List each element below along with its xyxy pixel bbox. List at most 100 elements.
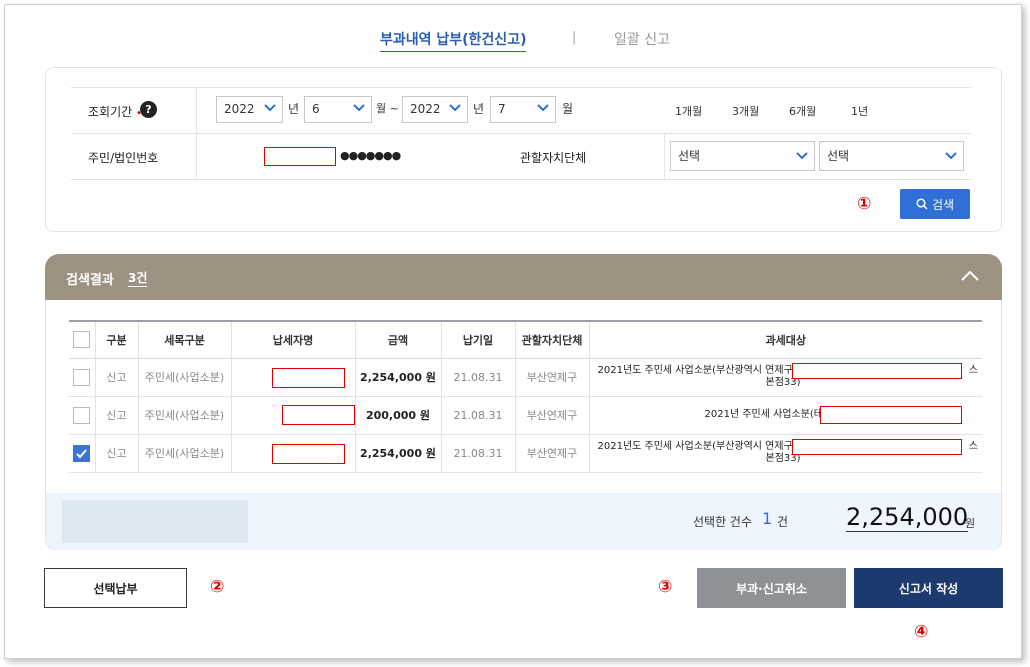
search-button-label: 검색: [931, 197, 955, 212]
chevron-down-icon: [945, 152, 957, 160]
row-select-cell: [69, 358, 95, 397]
region-select-1[interactable]: 선택: [670, 141, 815, 171]
redacted-address: [819, 405, 962, 424]
tax-cell: 주민세(사업소분): [137, 434, 231, 473]
total-amount: 2,254,000: [846, 503, 969, 532]
row-checkbox[interactable]: [73, 406, 91, 424]
due-date-cell: 21.08.31: [440, 396, 515, 435]
tab-bulk-report[interactable]: 일괄 신고: [614, 29, 670, 49]
chevron-down-icon: [796, 152, 808, 160]
redacted-address: [791, 438, 962, 455]
results-title: 검색결과: [66, 273, 114, 288]
region-cell: 부산연제구: [514, 434, 589, 473]
target-text-line2: 본점33): [765, 453, 801, 464]
id-label: 주민/법인번호: [88, 151, 159, 165]
summary-placeholder-block: [62, 500, 248, 543]
chevron-down-icon: [449, 104, 461, 112]
cancel-report-button[interactable]: 부과·신고취소: [697, 568, 846, 608]
table-header-row: 구분 세목구분 납세자명 금액 납기일 관할자치단체 과세대상: [69, 320, 982, 359]
selected-count-unit: 건: [777, 515, 789, 529]
target-cell: 2021년 주민세 사업소분(테: [588, 396, 982, 435]
results-table: 구분 세목구분 납세자명 금액 납기일 관할자치단체 과세대상 신고 주민세(사…: [69, 320, 982, 473]
type-cell: 신고: [94, 396, 138, 435]
results-count: 3건: [128, 271, 148, 287]
column-header: 납세자명: [230, 320, 355, 359]
annotation-marker-4: ④: [914, 622, 929, 642]
chevron-up-icon[interactable]: [960, 270, 980, 282]
target-text: 2021년도 주민세 사업소분(부산광역시 연제구: [597, 365, 793, 376]
search-icon: [916, 198, 928, 210]
row-checkbox-checked[interactable]: [73, 444, 91, 462]
column-header: 구분: [94, 320, 138, 359]
region-cell: 부산연제구: [514, 358, 589, 397]
redacted-id[interactable]: [264, 147, 336, 166]
redacted-payer: [271, 367, 345, 388]
selected-count: 1: [762, 509, 773, 528]
divider: [71, 179, 971, 180]
target-text: 2021년도 주민세 사업소분(부산광역시 연제구: [597, 441, 793, 452]
amount-cell: 2,254,000 원: [354, 434, 441, 473]
region-select-1-value: 선택: [678, 149, 701, 163]
selected-count-label: 선택한 건수: [693, 515, 753, 529]
table-row[interactable]: 신고 주민세(사업소분) 위 2,254,000 원 21.08.31 부산연제…: [69, 358, 982, 397]
table-row[interactable]: 신고 주민세(사업소분) 위 2,254,000 원 21.08.31 부산연제…: [69, 434, 982, 473]
period-1year-button[interactable]: 1년: [851, 103, 868, 119]
annotation-marker-1: ①: [857, 194, 872, 214]
amount-cell: 2,254,000 원: [354, 358, 441, 397]
to-year-select[interactable]: 2022: [402, 96, 468, 123]
from-year-select[interactable]: 2022: [216, 96, 283, 123]
redacted-address: [791, 362, 962, 379]
target-cell: 2021년도 주민세 사업소분(부산광역시 연제구 스 본점33): [588, 358, 982, 397]
region-select-2[interactable]: 선택: [819, 141, 964, 171]
id-masked: ●●●●●●●: [340, 149, 401, 162]
check-icon: [76, 448, 88, 458]
divider: [664, 134, 665, 179]
region-label: 관할자치단체: [520, 151, 587, 165]
divider: [71, 87, 971, 88]
chevron-down-icon: [537, 104, 549, 112]
to-year-unit: 년: [473, 102, 485, 116]
annotation-marker-3: ③: [658, 577, 673, 597]
to-year-value: 2022: [410, 102, 441, 116]
region-select-2-value: 선택: [827, 149, 850, 163]
annotation-marker-2: ②: [210, 577, 225, 597]
period-3month-button[interactable]: 3개월: [732, 103, 759, 119]
total-amount-unit: 원: [965, 517, 976, 530]
column-header: 납기일: [440, 320, 515, 359]
tab-single-report[interactable]: 부과내역 납부(한건신고): [380, 29, 527, 52]
divider: [196, 88, 197, 179]
select-all-checkbox[interactable]: [73, 331, 91, 349]
target-cell: 2021년도 주민세 사업소분(부산광역시 연제구 스 본점33): [588, 434, 982, 473]
from-year-value: 2022: [224, 102, 255, 116]
redacted-payer: [271, 443, 345, 464]
results-header[interactable]: [45, 254, 1002, 300]
chevron-down-icon: [264, 104, 276, 112]
from-month-value: 6: [312, 102, 320, 116]
period-6month-button[interactable]: 6개월: [789, 103, 816, 119]
to-month-unit: 월: [562, 102, 574, 116]
row-select-cell: [69, 434, 95, 473]
type-cell: 신고: [94, 358, 138, 397]
target-text: 2021년 주민세 사업소분(테: [704, 409, 824, 420]
chevron-down-icon: [353, 104, 365, 112]
write-report-button[interactable]: 신고서 작성: [854, 568, 1003, 608]
payer-cell: 위: [230, 396, 355, 435]
to-month-select[interactable]: 7: [490, 96, 556, 123]
tax-cell: 주민세(사업소분): [137, 396, 231, 435]
amount-cell: 200,000 원: [354, 396, 441, 435]
select-all-cell: [69, 320, 95, 359]
period-1month-button[interactable]: 1개월: [675, 103, 702, 119]
to-month-value: 7: [498, 102, 506, 116]
column-header: 관할자치단체: [514, 320, 589, 359]
select-pay-button[interactable]: 선택납부: [44, 568, 187, 608]
from-month-select[interactable]: 6: [304, 96, 372, 123]
search-button[interactable]: 검색: [900, 189, 970, 219]
row-checkbox[interactable]: [73, 368, 91, 386]
from-month-unit: 월 ~: [376, 102, 399, 115]
divider: [71, 133, 971, 134]
column-header: 세목구분: [137, 320, 231, 359]
help-icon[interactable]: ?: [140, 101, 157, 118]
column-header: 과세대상: [588, 320, 982, 359]
table-row[interactable]: 신고 주민세(사업소분) 위 200,000 원 21.08.31 부산연제구 …: [69, 396, 982, 435]
target-text-line2: 본점33): [765, 377, 801, 388]
